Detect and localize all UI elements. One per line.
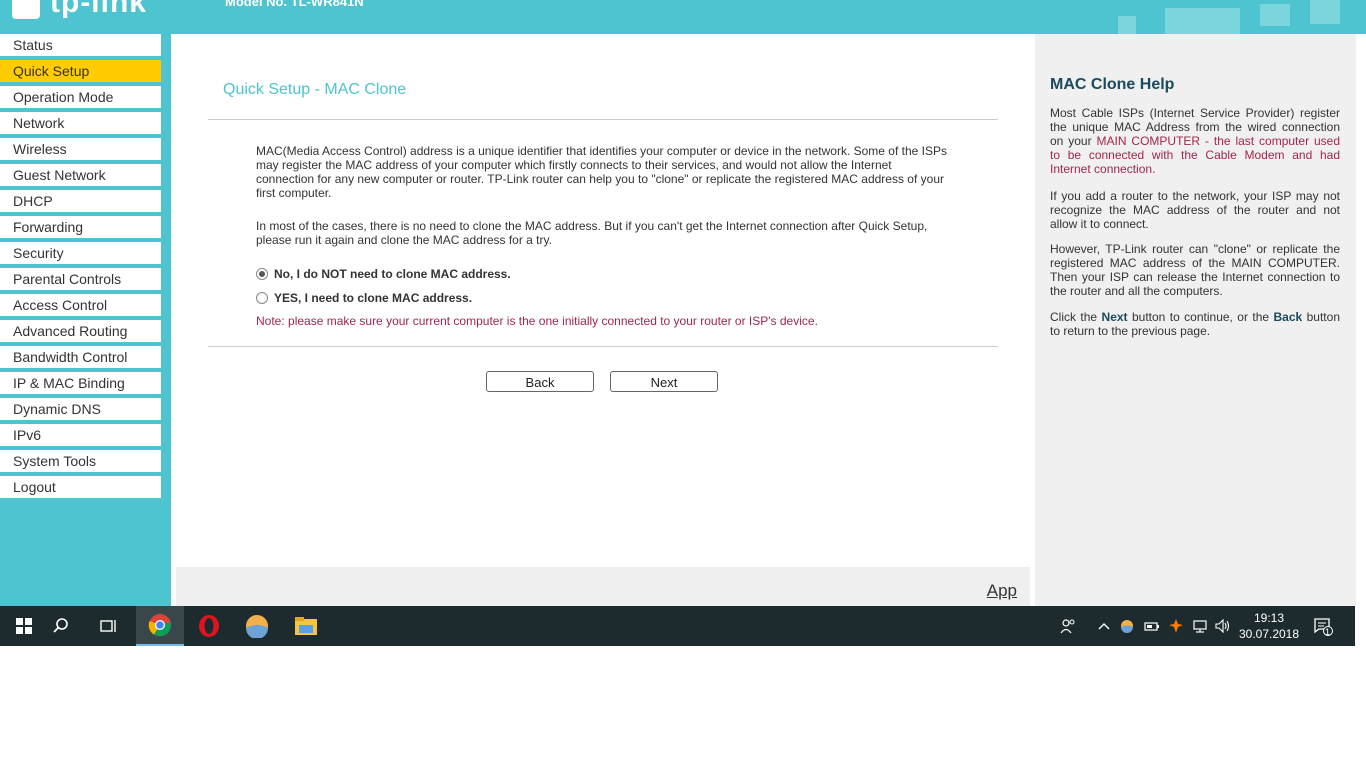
sidebar-item-network[interactable]: Network <box>0 112 161 134</box>
sidebar-item-wireless[interactable]: Wireless <box>0 138 161 160</box>
clone-advice: In most of the cases, there is no need t… <box>256 219 928 247</box>
tp-link-logo: tp-link <box>12 0 147 20</box>
notifications-icon[interactable]: 1 <box>1310 606 1336 646</box>
sidebar-item-security[interactable]: Security <box>0 242 161 264</box>
sidebar-item-access-control[interactable]: Access Control <box>0 294 161 316</box>
back-button[interactable]: Back <box>486 371 594 392</box>
option-no-clone-label: No, I do NOT need to clone MAC address. <box>274 267 511 281</box>
sidebar: Status Quick Setup Operation Mode Networ… <box>0 34 171 606</box>
help-paragraph-2: If you add a router to the network, your… <box>1050 189 1340 231</box>
option-no-clone[interactable]: No, I do NOT need to clone MAC address. <box>256 267 511 281</box>
divider <box>208 119 998 120</box>
sidebar-item-forwarding[interactable]: Forwarding <box>0 216 161 238</box>
app-link[interactable]: App <box>987 581 1017 601</box>
header-decoration <box>1118 16 1136 34</box>
sidebar-item-dynamic-dns[interactable]: Dynamic DNS <box>0 398 161 420</box>
file-explorer-icon[interactable] <box>282 606 330 646</box>
task-view-icon[interactable] <box>85 606 133 646</box>
battery-plug-icon[interactable] <box>1142 606 1162 646</box>
model-number: Model No. TL-WR841N <box>225 0 364 9</box>
sidebar-item-parental-controls[interactable]: Parental Controls <box>0 268 161 290</box>
header-decoration <box>1165 8 1240 34</box>
divider <box>208 346 998 347</box>
header-decoration <box>1260 4 1290 26</box>
help-next-ref: Next <box>1101 310 1128 324</box>
mac-description: MAC(Media Access Control) address is a u… <box>256 144 947 200</box>
sidebar-item-status[interactable]: Status <box>0 34 161 56</box>
top-header: tp-link Model No. TL-WR841N <box>0 0 1366 34</box>
next-button[interactable]: Next <box>610 371 718 392</box>
sidebar-item-bandwidth-control[interactable]: Bandwidth Control <box>0 346 161 368</box>
radio-yes-clone[interactable] <box>256 292 268 304</box>
search-icon[interactable] <box>37 606 85 646</box>
windows-taskbar: 19:13 30.07.2018 1 <box>0 606 1355 646</box>
main-content: Quick Setup - MAC Clone MAC(Media Access… <box>171 34 1035 606</box>
help-back-ref: Back <box>1273 310 1303 324</box>
help-panel: MAC Clone Help Most Cable ISPs (Internet… <box>1035 34 1356 606</box>
sidebar-item-quick-setup[interactable]: Quick Setup <box>0 60 161 82</box>
network-icon[interactable] <box>1190 606 1210 646</box>
help-text: Click the <box>1050 310 1102 324</box>
sidebar-menu: Status Quick Setup Operation Mode Networ… <box>0 34 171 498</box>
sidebar-item-operation-mode[interactable]: Operation Mode <box>0 86 161 108</box>
notification-count: 1 <box>1325 627 1331 637</box>
sidebar-item-guest-network[interactable]: Guest Network <box>0 164 161 186</box>
clone-note: Note: please make sure your current comp… <box>256 314 818 328</box>
sidebar-item-dhcp[interactable]: DHCP <box>0 190 161 212</box>
help-paragraph-4: Click the Next button to continue, or th… <box>1050 310 1340 338</box>
chevron-up-icon[interactable] <box>1095 606 1113 646</box>
tray-app-icon[interactable] <box>1118 606 1136 646</box>
footer-bar: App <box>176 567 1030 606</box>
sidebar-item-ipv6[interactable]: IPv6 <box>0 424 161 446</box>
app-icon[interactable] <box>233 606 281 646</box>
header-decoration <box>1310 0 1340 24</box>
sidebar-item-logout[interactable]: Logout <box>0 476 161 498</box>
option-yes-clone[interactable]: YES, I need to clone MAC address. <box>256 291 472 305</box>
sidebar-item-system-tools[interactable]: System Tools <box>0 450 161 472</box>
volume-icon[interactable] <box>1213 606 1233 646</box>
clock-time: 19:13 <box>1253 611 1285 625</box>
opera-icon[interactable] <box>185 606 233 646</box>
help-text: button to continue, or the <box>1127 310 1274 324</box>
page-title: Quick Setup - MAC Clone <box>223 81 407 98</box>
help-paragraph-1: Most Cable ISPs (Internet Service Provid… <box>1050 106 1340 176</box>
people-icon[interactable] <box>1057 606 1079 646</box>
help-title: MAC Clone Help <box>1050 76 1175 93</box>
taskbar-clock[interactable]: 19:13 30.07.2018 <box>1236 610 1302 642</box>
avast-icon[interactable] <box>1166 606 1186 646</box>
chrome-icon[interactable] <box>136 606 184 646</box>
option-yes-clone-label: YES, I need to clone MAC address. <box>274 291 473 305</box>
sidebar-item-ip-mac-binding[interactable]: IP & MAC Binding <box>0 372 161 394</box>
help-paragraph-3: However, TP-Link router can "clone" or r… <box>1050 242 1340 298</box>
clock-date: 30.07.2018 <box>1238 627 1300 641</box>
sidebar-item-advanced-routing[interactable]: Advanced Routing <box>0 320 161 342</box>
radio-no-clone[interactable] <box>256 268 268 280</box>
